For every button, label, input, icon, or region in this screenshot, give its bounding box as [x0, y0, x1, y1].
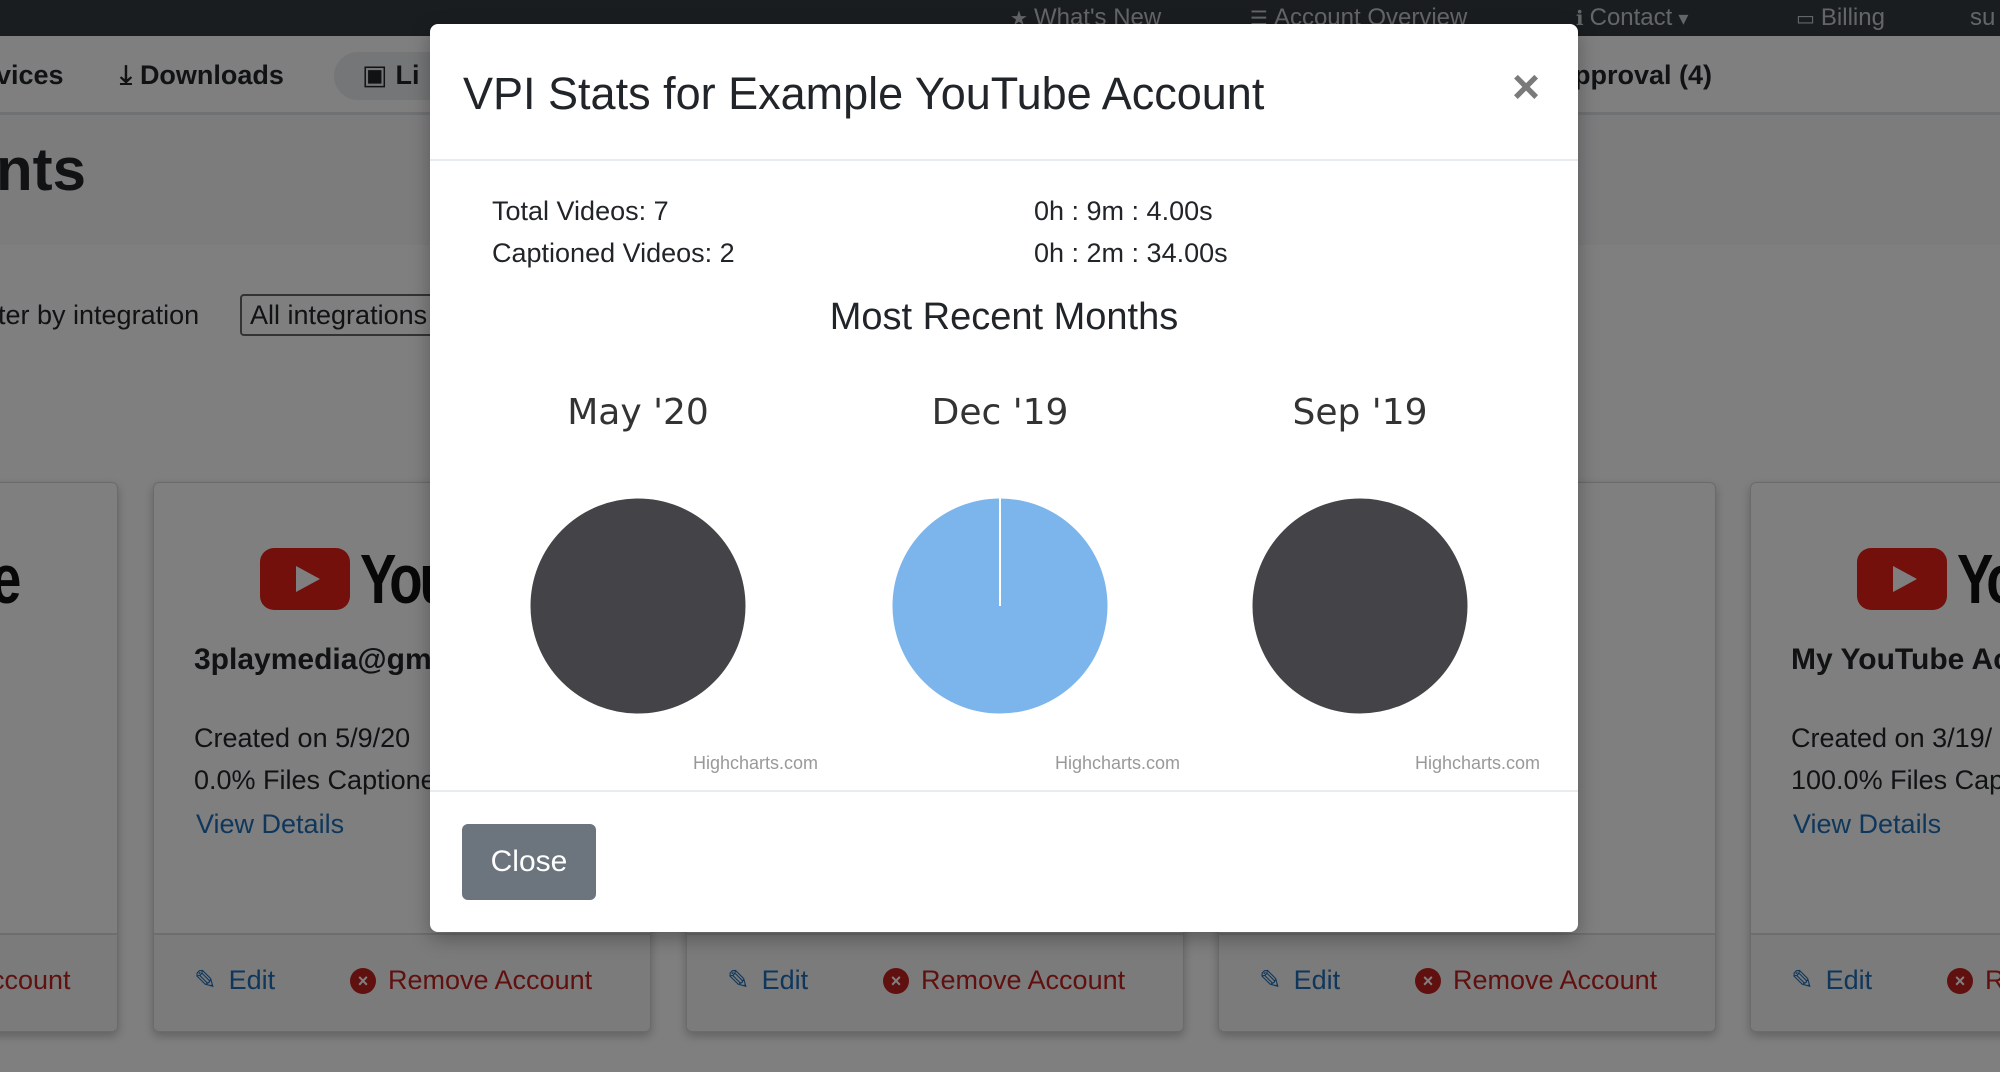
stats-row: Total Videos: 7 0h : 9m : 4.00s	[492, 196, 1522, 238]
pie-svg	[1251, 497, 1469, 715]
pie-title: May '20	[567, 392, 709, 433]
close-icon[interactable]: ×	[1512, 64, 1540, 112]
stats-summary: Total Videos: 7 0h : 9m : 4.00s Captione…	[492, 196, 1522, 280]
pie-slice-not-captioned[interactable]	[1251, 497, 1469, 715]
modal-footer: Close	[430, 790, 1578, 932]
total-videos-label: Total Videos: 7	[492, 196, 669, 226]
total-duration-value: 0h : 9m : 4.00s	[1034, 196, 1213, 226]
modal-title: VPI Stats for Example YouTube Account	[463, 68, 1265, 119]
pie-svg	[529, 497, 747, 715]
vpi-stats-modal: VPI Stats for Example YouTube Account × …	[430, 24, 1578, 932]
pie-slice-not-captioned[interactable]	[529, 497, 747, 715]
pie-title: Dec '19	[931, 392, 1069, 433]
pie-chart-month-1: May '20 Highcharts.com	[458, 364, 818, 784]
captioned-duration-value: 0h : 2m : 34.00s	[1034, 238, 1228, 268]
captioned-videos-label: Captioned Videos: 2	[492, 238, 735, 268]
pie-svg	[891, 497, 1109, 715]
highcharts-credits[interactable]: Highcharts.com	[1415, 753, 1540, 774]
highcharts-credits[interactable]: Highcharts.com	[693, 753, 818, 774]
pie-chart-month-2: Dec '19 Highcharts.com	[820, 364, 1180, 784]
pie-chart-month-3: Sep '19 Highcharts.com	[1180, 364, 1540, 784]
close-button[interactable]: Close	[462, 824, 596, 900]
pie-title: Sep '19	[1292, 392, 1428, 433]
stats-row: Captioned Videos: 2 0h : 2m : 34.00s	[492, 238, 1522, 280]
modal-header: VPI Stats for Example YouTube Account ×	[430, 24, 1578, 161]
most-recent-months-heading: Most Recent Months	[829, 296, 1179, 338]
highcharts-credits[interactable]: Highcharts.com	[1055, 753, 1180, 774]
